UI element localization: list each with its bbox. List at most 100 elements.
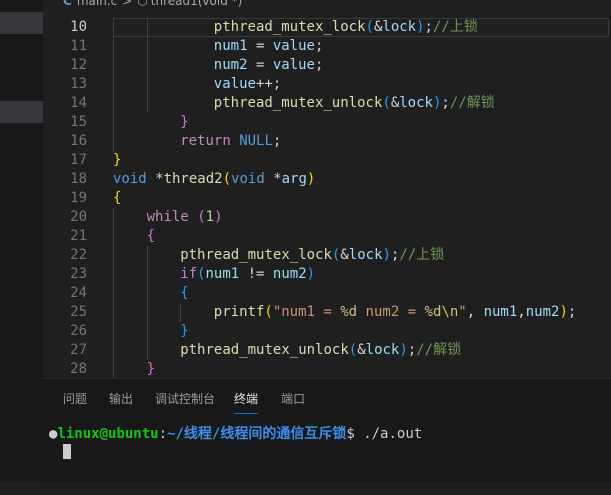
- indent-guide: [113, 322, 114, 341]
- indent-guide: [113, 113, 114, 132]
- terminal[interactable]: ●linux@ubuntu:~/线程/线程间的通信互斥锁$ ./a.out: [43, 419, 611, 479]
- code-line[interactable]: 10 pthread_mutex_lock(&lock);//上锁: [43, 18, 611, 37]
- line-number: 22: [70, 247, 87, 263]
- tab-ports[interactable]: 端口: [281, 390, 305, 413]
- code-token: \n: [441, 304, 459, 320]
- indent-guide: [113, 265, 114, 284]
- code-text: }: [180, 322, 188, 341]
- code-token: ;: [314, 57, 324, 73]
- code-text: {: [180, 284, 188, 303]
- terminal-cursor: [63, 444, 71, 459]
- code-token: ): [214, 209, 223, 225]
- indent-guide: [146, 18, 148, 37]
- code-text: return NULL;: [180, 132, 281, 151]
- code-token: {: [146, 228, 156, 244]
- code-text: void *thread2(void *arg): [113, 170, 315, 189]
- code-token: num2: [213, 57, 248, 73]
- indent-guide: [113, 341, 114, 360]
- tab-output[interactable]: 输出: [109, 390, 133, 413]
- line-number: 17: [70, 152, 87, 168]
- indent-guide: [113, 94, 114, 113]
- code-token: ,: [517, 304, 526, 320]
- code-text: {: [113, 189, 121, 208]
- code-token: *: [264, 171, 282, 187]
- code-line[interactable]: 23 if(num1 != num2): [43, 265, 611, 284]
- code-token: ;: [567, 304, 577, 320]
- code-token: //上锁: [432, 19, 478, 35]
- sidebar-selected-item-secondary[interactable]: [0, 101, 43, 123]
- code-text: pthread_mutex_unlock(&lock);//解锁: [180, 341, 461, 360]
- code-line[interactable]: 11 num1 = value;: [43, 37, 611, 56]
- tab-terminal[interactable]: 终端: [234, 390, 259, 414]
- indent-guide: [113, 56, 114, 75]
- line-number: 11: [70, 38, 87, 54]
- code-editor[interactable]: 10 pthread_mutex_lock(&lock);//上锁 11 num1 =…: [43, 10, 611, 378]
- code-token: {: [113, 190, 122, 206]
- code-token: }: [180, 114, 189, 130]
- code-text: printf("num1 = %d num2 = %d\n", num1,num…: [214, 303, 577, 322]
- code-line[interactable]: 21 {: [43, 227, 611, 246]
- line-number: 20: [70, 209, 87, 225]
- line-number: 25: [70, 304, 87, 320]
- code-line[interactable]: 13 value++;: [43, 75, 611, 94]
- code-token: num1: [205, 266, 240, 282]
- line-number: 19: [70, 190, 87, 206]
- breadcrumb-file[interactable]: main.c: [77, 0, 117, 8]
- code-line[interactable]: 18 void *thread2(void *arg): [43, 170, 611, 189]
- code-token: ,: [466, 304, 484, 320]
- code-line[interactable]: 12 num2 = value;: [43, 56, 611, 75]
- breadcrumb-symbol[interactable]: thread1(void *): [151, 0, 243, 8]
- code-line[interactable]: 28}: [43, 360, 611, 378]
- code-token: arg: [281, 171, 307, 187]
- code-token: printf: [213, 304, 265, 320]
- code-line[interactable]: 25 printf("num1 = %d num2 = %d\n", num1,n…: [43, 303, 611, 322]
- line-number: 27: [70, 342, 87, 358]
- line-number: 21: [70, 228, 87, 244]
- code-line[interactable]: 27 pthread_mutex_unlock(&lock);//解锁: [43, 341, 611, 360]
- code-line[interactable]: 20 while (1): [43, 208, 611, 227]
- code-token: (: [382, 95, 391, 111]
- code-line[interactable]: 17}: [43, 151, 611, 170]
- code-token: &: [357, 342, 366, 358]
- indent-guide: [113, 208, 114, 227]
- code-line[interactable]: 15}: [43, 113, 611, 132]
- code-token: num2 =: [357, 304, 425, 320]
- code-text: pthread_mutex_lock(&lock);//上锁: [214, 18, 478, 37]
- sidebar-selected-item[interactable]: [0, 12, 43, 34]
- code-token: void: [231, 171, 265, 187]
- code-token: {: [180, 285, 189, 301]
- code-line[interactable]: 16 return NULL;: [43, 132, 611, 151]
- code-line[interactable]: 14 pthread_mutex_unlock(&lock);//解锁: [43, 94, 611, 113]
- code-token: pthread_mutex_unlock: [213, 95, 383, 111]
- tab-debug-console[interactable]: 调试控制台: [155, 390, 215, 413]
- indent-guide: [146, 322, 148, 341]
- line-number: 15: [70, 114, 87, 130]
- code-line[interactable]: 26}: [43, 322, 611, 341]
- code-line[interactable]: 22 pthread_mutex_lock(&lock);//上锁: [43, 246, 611, 265]
- code-text: num2 = value;: [214, 56, 324, 75]
- code-token: %d: [340, 304, 358, 320]
- code-line[interactable]: 19 {: [43, 189, 611, 208]
- indent-guide: [113, 75, 114, 94]
- code-token: void: [113, 171, 147, 187]
- code-token: ): [382, 247, 391, 263]
- code-token: ++;: [255, 76, 282, 92]
- breadcrumb-separator: >: [122, 0, 133, 8]
- code-token: ;: [441, 95, 450, 111]
- code-token: value: [213, 76, 256, 92]
- indent-guide: [146, 303, 148, 322]
- code-token: ;: [407, 342, 417, 358]
- code-line[interactable]: 24 {: [43, 284, 611, 303]
- line-number: 10: [70, 19, 87, 35]
- tab-problems[interactable]: 问题: [63, 390, 87, 413]
- code-token: NULL: [239, 133, 273, 149]
- code-token: //解锁: [449, 95, 495, 111]
- code-token: pthread_mutex_unlock: [180, 342, 349, 358]
- code-token: ): [306, 266, 316, 282]
- line-number: 16: [70, 133, 87, 149]
- indent-guide: [113, 246, 114, 265]
- code-token: pthread_mutex_lock: [180, 247, 332, 263]
- code-token: !=: [239, 266, 273, 282]
- indent-guide: [113, 37, 114, 56]
